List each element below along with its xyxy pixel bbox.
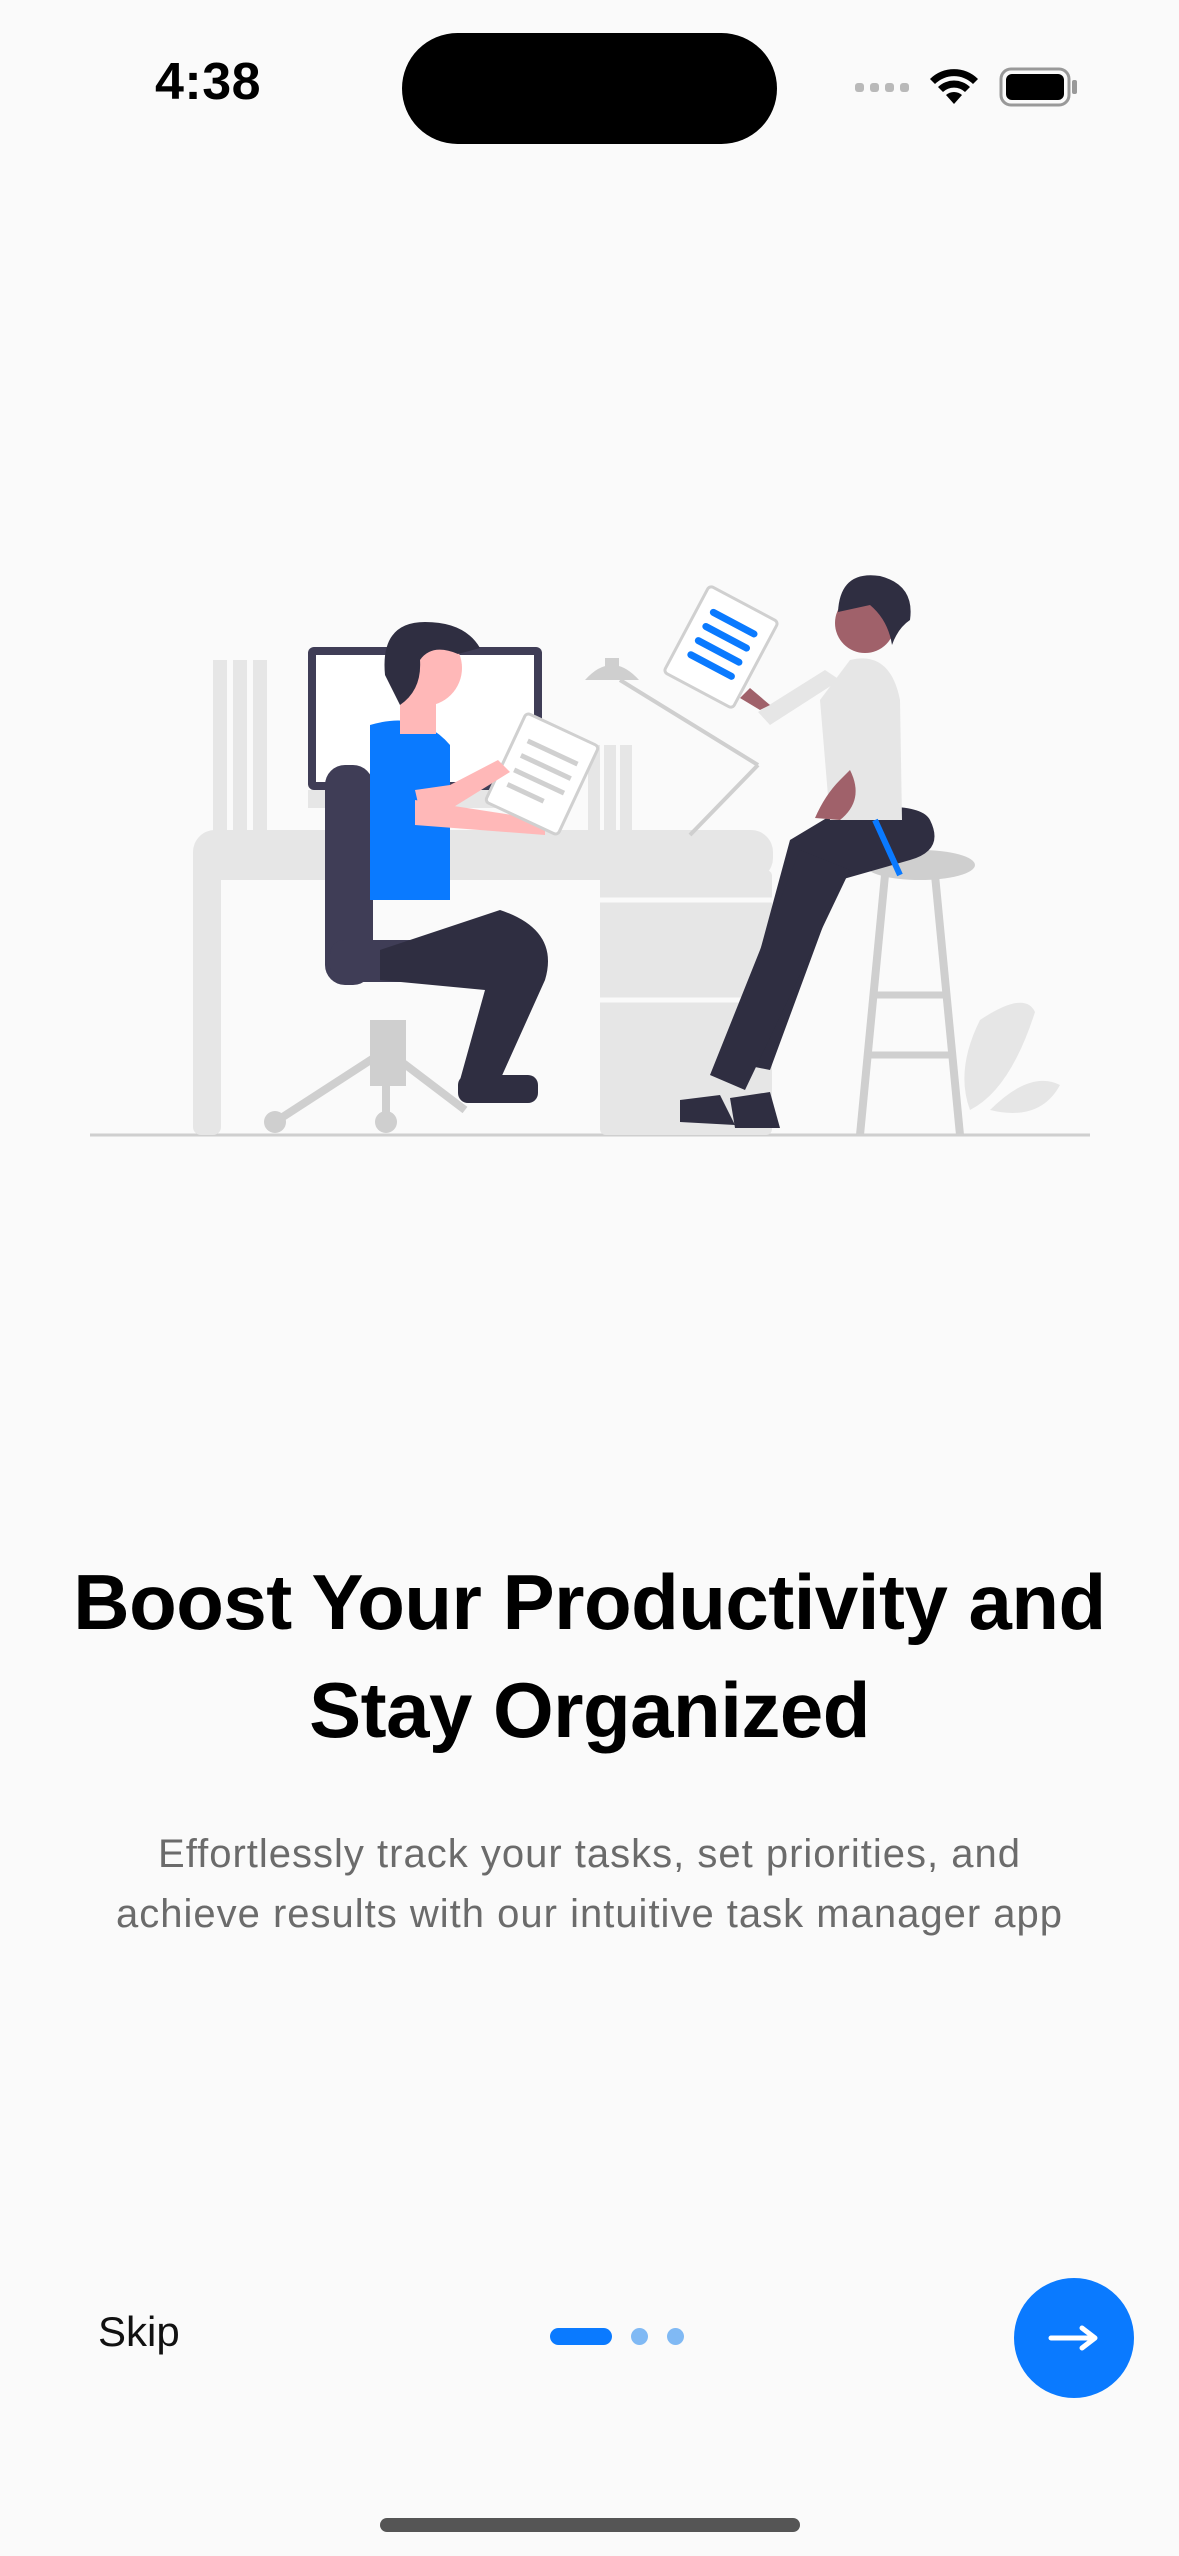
page-indicator-dot[interactable]: [631, 2328, 648, 2345]
skip-button[interactable]: Skip: [98, 2308, 180, 2356]
dynamic-island: [402, 33, 777, 144]
arrow-right-icon: [1048, 2325, 1098, 2351]
onboarding-subtitle: Effortlessly track your tasks, set prior…: [0, 1824, 1179, 1944]
battery-icon: [999, 67, 1077, 107]
status-bar: 4:38: [0, 0, 1179, 160]
home-indicator[interactable]: [380, 2518, 800, 2532]
page-indicator-dot[interactable]: [667, 2328, 684, 2345]
page-indicator-dot-active[interactable]: [550, 2328, 612, 2345]
status-time: 4:38: [155, 53, 262, 111]
onboarding-title: Boost Your Productivity and Stay Organiz…: [0, 1548, 1179, 1764]
cellular-signal-icon: [855, 82, 909, 92]
two-people-working-office-illustration: [90, 575, 1090, 1137]
onboarding-title-line-2: Stay Organized: [309, 1666, 870, 1754]
next-button[interactable]: [1014, 2278, 1134, 2398]
wifi-icon: [930, 69, 978, 104]
onboarding-title-line-1: Boost Your Productivity and: [73, 1558, 1106, 1646]
status-icons: [855, 62, 1079, 112]
onboarding-subtitle-line-1: Effortlessly track your tasks, set prior…: [158, 1832, 1021, 1876]
page-indicator[interactable]: [550, 2328, 684, 2345]
onboarding-subtitle-line-2: achieve results with our intuitive task …: [115, 1892, 1063, 1936]
